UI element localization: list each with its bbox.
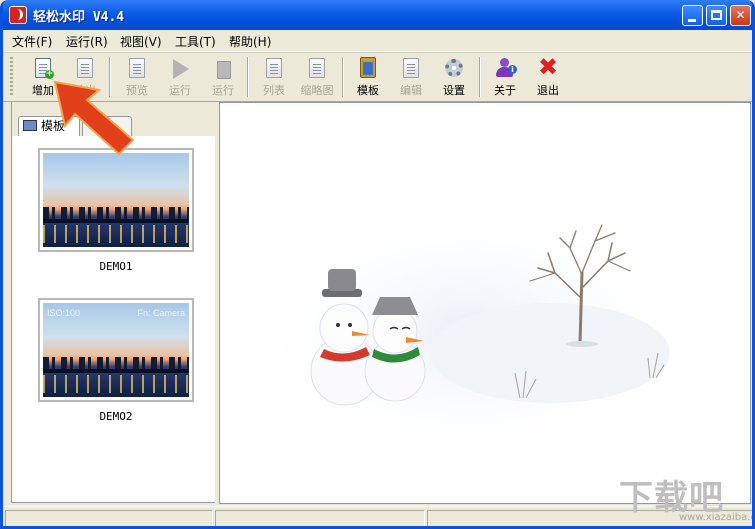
run-label: 运行 <box>169 84 191 97</box>
template-button[interactable]: 模板 <box>346 55 390 99</box>
maximize-button[interactable] <box>706 5 727 26</box>
city-night-image <box>43 153 189 247</box>
template-thumbnail[interactable] <box>38 148 194 252</box>
toolbar-separator <box>109 57 111 97</box>
add-document-icon: + <box>32 57 54 81</box>
status-cell <box>427 510 752 526</box>
gear-icon <box>443 57 465 81</box>
stop-label: 运行 <box>212 84 234 97</box>
settings-label: 设置 <box>443 84 465 97</box>
about-button[interactable]: i 关于 <box>483 55 527 99</box>
edit-button[interactable]: 编辑 <box>389 55 433 99</box>
add-label: 增加 <box>32 84 54 97</box>
minimize-button[interactable] <box>682 5 703 26</box>
preview-button[interactable]: 预览 <box>115 55 159 99</box>
toolbar-separator <box>479 57 481 97</box>
preview-icon <box>126 57 148 81</box>
tab-second[interactable]: ... <box>82 116 132 136</box>
status-cell <box>215 510 425 526</box>
thumbnail-watermark-left: ISO:100 <box>47 308 81 318</box>
menu-tools[interactable]: 工具(T) <box>175 33 216 50</box>
thumbnail-watermark-right: Fn: Camera <box>137 308 185 318</box>
monitor-icon <box>23 120 37 131</box>
snowmen-illustration <box>280 223 670 443</box>
template-name: DEMO1 <box>99 260 133 273</box>
tab-second-label: ... <box>105 119 117 133</box>
add-button[interactable]: + 增加 <box>21 55 65 99</box>
close-button[interactable]: ✕ <box>730 5 751 26</box>
window-title: 轻松水印 V4.4 <box>33 10 125 25</box>
toolbar-grip[interactable] <box>10 57 13 97</box>
title-bar[interactable]: 轻松水印 V4.4 ✕ <box>3 0 752 30</box>
menu-view[interactable]: 视图(V) <box>120 33 162 50</box>
status-cell <box>5 510 213 526</box>
thumbnail-label: 缩略图 <box>300 84 334 97</box>
menu-run[interactable]: 运行(R) <box>66 33 108 50</box>
panel-tabstrip: 模板 ... <box>11 102 216 137</box>
template-name: DEMO2 <box>99 410 133 423</box>
tab-templates[interactable]: 模板 <box>18 116 80 136</box>
edit-icon <box>400 57 422 81</box>
preview-pane[interactable] <box>219 102 751 504</box>
stop-button[interactable]: 运行 <box>201 55 245 99</box>
close-icon: ✕ <box>735 8 746 22</box>
list-icon <box>263 57 285 81</box>
about-label: 关于 <box>494 84 516 97</box>
stop-icon <box>212 57 234 81</box>
exit-button[interactable]: ✖ 退出 <box>526 55 570 99</box>
maximize-icon <box>711 10 722 20</box>
tab-templates-label: 模板 <box>41 119 66 133</box>
template-icon <box>357 57 379 81</box>
list-label: 列表 <box>263 84 285 97</box>
app-logo-icon[interactable] <box>9 6 27 24</box>
template-list[interactable]: DEMO1 ISO:100 Fn: Camera DEMO2 <box>11 136 218 503</box>
about-icon: i <box>494 57 517 81</box>
snowman-right <box>364 297 426 402</box>
list-view-button[interactable]: 列表 <box>252 55 296 99</box>
toolbar-separator <box>342 57 344 97</box>
toolbar: + 增加 输出 预览 运行 运行 列表 缩略图 模板 编辑 设置 i 关于 ✖ … <box>3 52 752 102</box>
template-panel: 模板 ... DEMO1 ISO:100 Fn: Camera DEMO2 <box>7 102 218 504</box>
exit-label: 退出 <box>537 84 559 97</box>
city-night-image: ISO:100 Fn: Camera <box>43 303 189 397</box>
export-button[interactable]: 输出 <box>63 55 107 99</box>
template-thumbnail[interactable]: ISO:100 Fn: Camera <box>38 298 194 402</box>
status-bar <box>3 506 752 526</box>
exit-icon: ✖ <box>538 53 559 81</box>
minimize-icon <box>688 19 696 22</box>
menu-file[interactable]: 文件(F) <box>12 33 52 50</box>
template-label: 模板 <box>357 84 379 97</box>
toolbar-separator <box>247 57 249 97</box>
edit-label: 编辑 <box>400 84 422 97</box>
menu-bar: 文件(F) 运行(R) 视图(V) 工具(T) 帮助(H) <box>3 30 752 52</box>
thumbnail-icon <box>306 57 328 81</box>
menu-help[interactable]: 帮助(H) <box>229 33 271 50</box>
play-icon <box>169 57 191 81</box>
run-button[interactable]: 运行 <box>158 55 202 99</box>
app-window: 轻松水印 V4.4 ✕ 文件(F) 运行(R) 视图(V) 工具(T) 帮助(H… <box>0 0 755 529</box>
thumbnail-view-button[interactable]: 缩略图 <box>295 55 339 99</box>
settings-button[interactable]: 设置 <box>432 55 476 99</box>
export-document-icon <box>74 57 96 81</box>
preview-label: 预览 <box>126 84 148 97</box>
export-label: 输出 <box>74 84 96 97</box>
